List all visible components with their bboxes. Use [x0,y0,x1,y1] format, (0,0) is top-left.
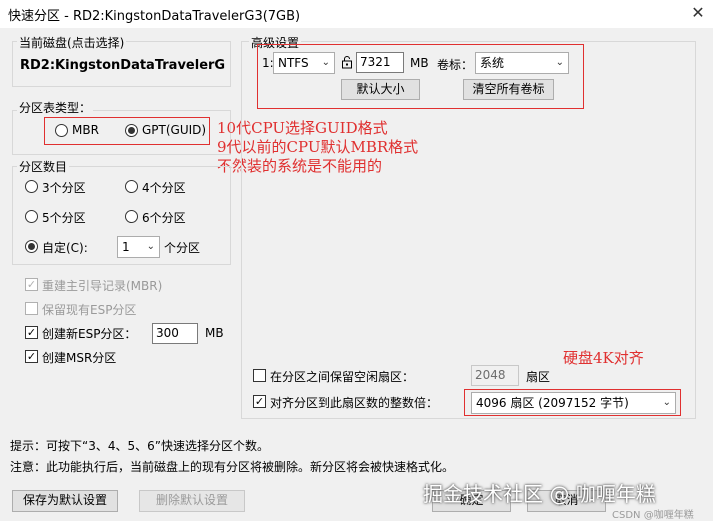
fs-select[interactable]: NTFS ⌄ [273,52,335,74]
create-msr-label[interactable]: 创建MSR分区 [42,349,116,366]
gpt-label[interactable]: GPT(GUID) [142,123,206,137]
count-custom-select[interactable]: 1 ⌄ [117,236,160,258]
tip-text: 提示：可按下“3、4、5、6”快速选择分区个数。 [10,439,269,453]
esp-unit-label: MB [205,326,224,340]
keep-esp-label[interactable]: 保留现有ESP分区 [42,301,136,318]
count-unit-label: 个分区 [164,241,201,255]
reserve-sectors-input[interactable]: 2048 [471,365,519,386]
close-icon[interactable]: ✕ [686,2,710,24]
rebuild-mbr-label[interactable]: 重建主引导记录(MBR) [42,277,162,294]
count-3-radio[interactable] [25,180,38,193]
partition-count-label: 分区数目 [17,158,70,175]
partition-size-unit: MB [410,56,429,70]
fs-value: NTFS [278,56,309,70]
watermark-small: CSDN @咖喱年糕 [612,510,694,521]
count-3-label[interactable]: 3个分区 [42,179,86,196]
mbr-radio[interactable] [55,124,68,137]
volume-label-label: 卷标： [437,58,474,72]
count-4-label[interactable]: 4个分区 [142,179,186,196]
count-4-radio[interactable] [125,180,138,193]
partition-table-label: 分区表类型： [17,99,94,116]
disk-group-label: 当前磁盘(点击选择) [17,34,127,51]
count-custom-label[interactable]: 自定(C): [42,239,88,256]
rebuild-mbr-checkbox[interactable]: ✓ [25,278,38,291]
count-custom-radio[interactable] [25,240,38,253]
annotation-4k-align: 硬盘4K对齐 [563,349,644,367]
volume-label-select[interactable]: 系统 ⌄ [475,52,569,74]
reserve-sectors-checkbox[interactable] [253,369,266,382]
create-msr-checkbox[interactable]: ✓ [25,350,38,363]
keep-esp-checkbox[interactable] [25,302,38,315]
default-size-button[interactable]: 默认大小 [341,79,420,100]
reserve-sectors-label[interactable]: 在分区之间保留空闲扇区： [270,368,414,385]
align-sectors-value: 4096 扇区 (2097152 字节) [476,396,629,410]
align-sectors-checkbox[interactable]: ✓ [253,395,266,408]
chevron-down-icon: ⌄ [662,397,671,408]
disk-selector[interactable]: RD2:KingstonDataTravelerG3( [20,58,226,78]
align-sectors-select[interactable]: 4096 扇区 (2097152 字节) ⌄ [471,392,676,414]
note-text: 注意：此功能执行后，当前磁盘上的现有分区将被删除。新分区将会被快速格式化。 [10,460,455,474]
chevron-down-icon: ⌄ [146,241,155,252]
esp-size-input[interactable]: 300 [152,323,198,344]
chevron-down-icon: ⌄ [321,57,330,68]
align-sectors-label[interactable]: 对齐分区到此扇区数的整数倍： [270,394,438,411]
count-6-radio[interactable] [125,210,138,223]
lock-icon[interactable] [341,55,355,69]
partition-size-input[interactable]: 7321 [356,52,404,73]
new-esp-label[interactable]: 创建新ESP分区： [42,325,136,342]
count-5-label[interactable]: 5个分区 [42,209,86,226]
volume-label-value: 系统 [480,56,505,70]
count-custom-value: 1 [122,240,130,254]
delete-default-button[interactable]: 删除默认设置 [139,490,245,512]
new-esp-checkbox[interactable]: ✓ [25,326,38,339]
gpt-radio[interactable] [125,124,138,137]
mbr-label[interactable]: MBR [72,123,99,137]
save-default-button[interactable]: 保存为默认设置 [12,490,118,512]
reserve-sectors-unit: 扇区 [526,370,551,384]
partition-index-label: 1: [262,56,274,70]
count-6-label[interactable]: 6个分区 [142,209,186,226]
count-5-radio[interactable] [25,210,38,223]
watermark-main: 掘金技术社区 @ 咖喱年糕 [423,482,656,506]
clear-labels-button[interactable]: 清空所有卷标 [463,79,554,100]
chevron-down-icon: ⌄ [555,57,564,68]
window-title: 快速分区 - RD2:KingstonDataTravelerG3(7GB) [8,9,301,24]
